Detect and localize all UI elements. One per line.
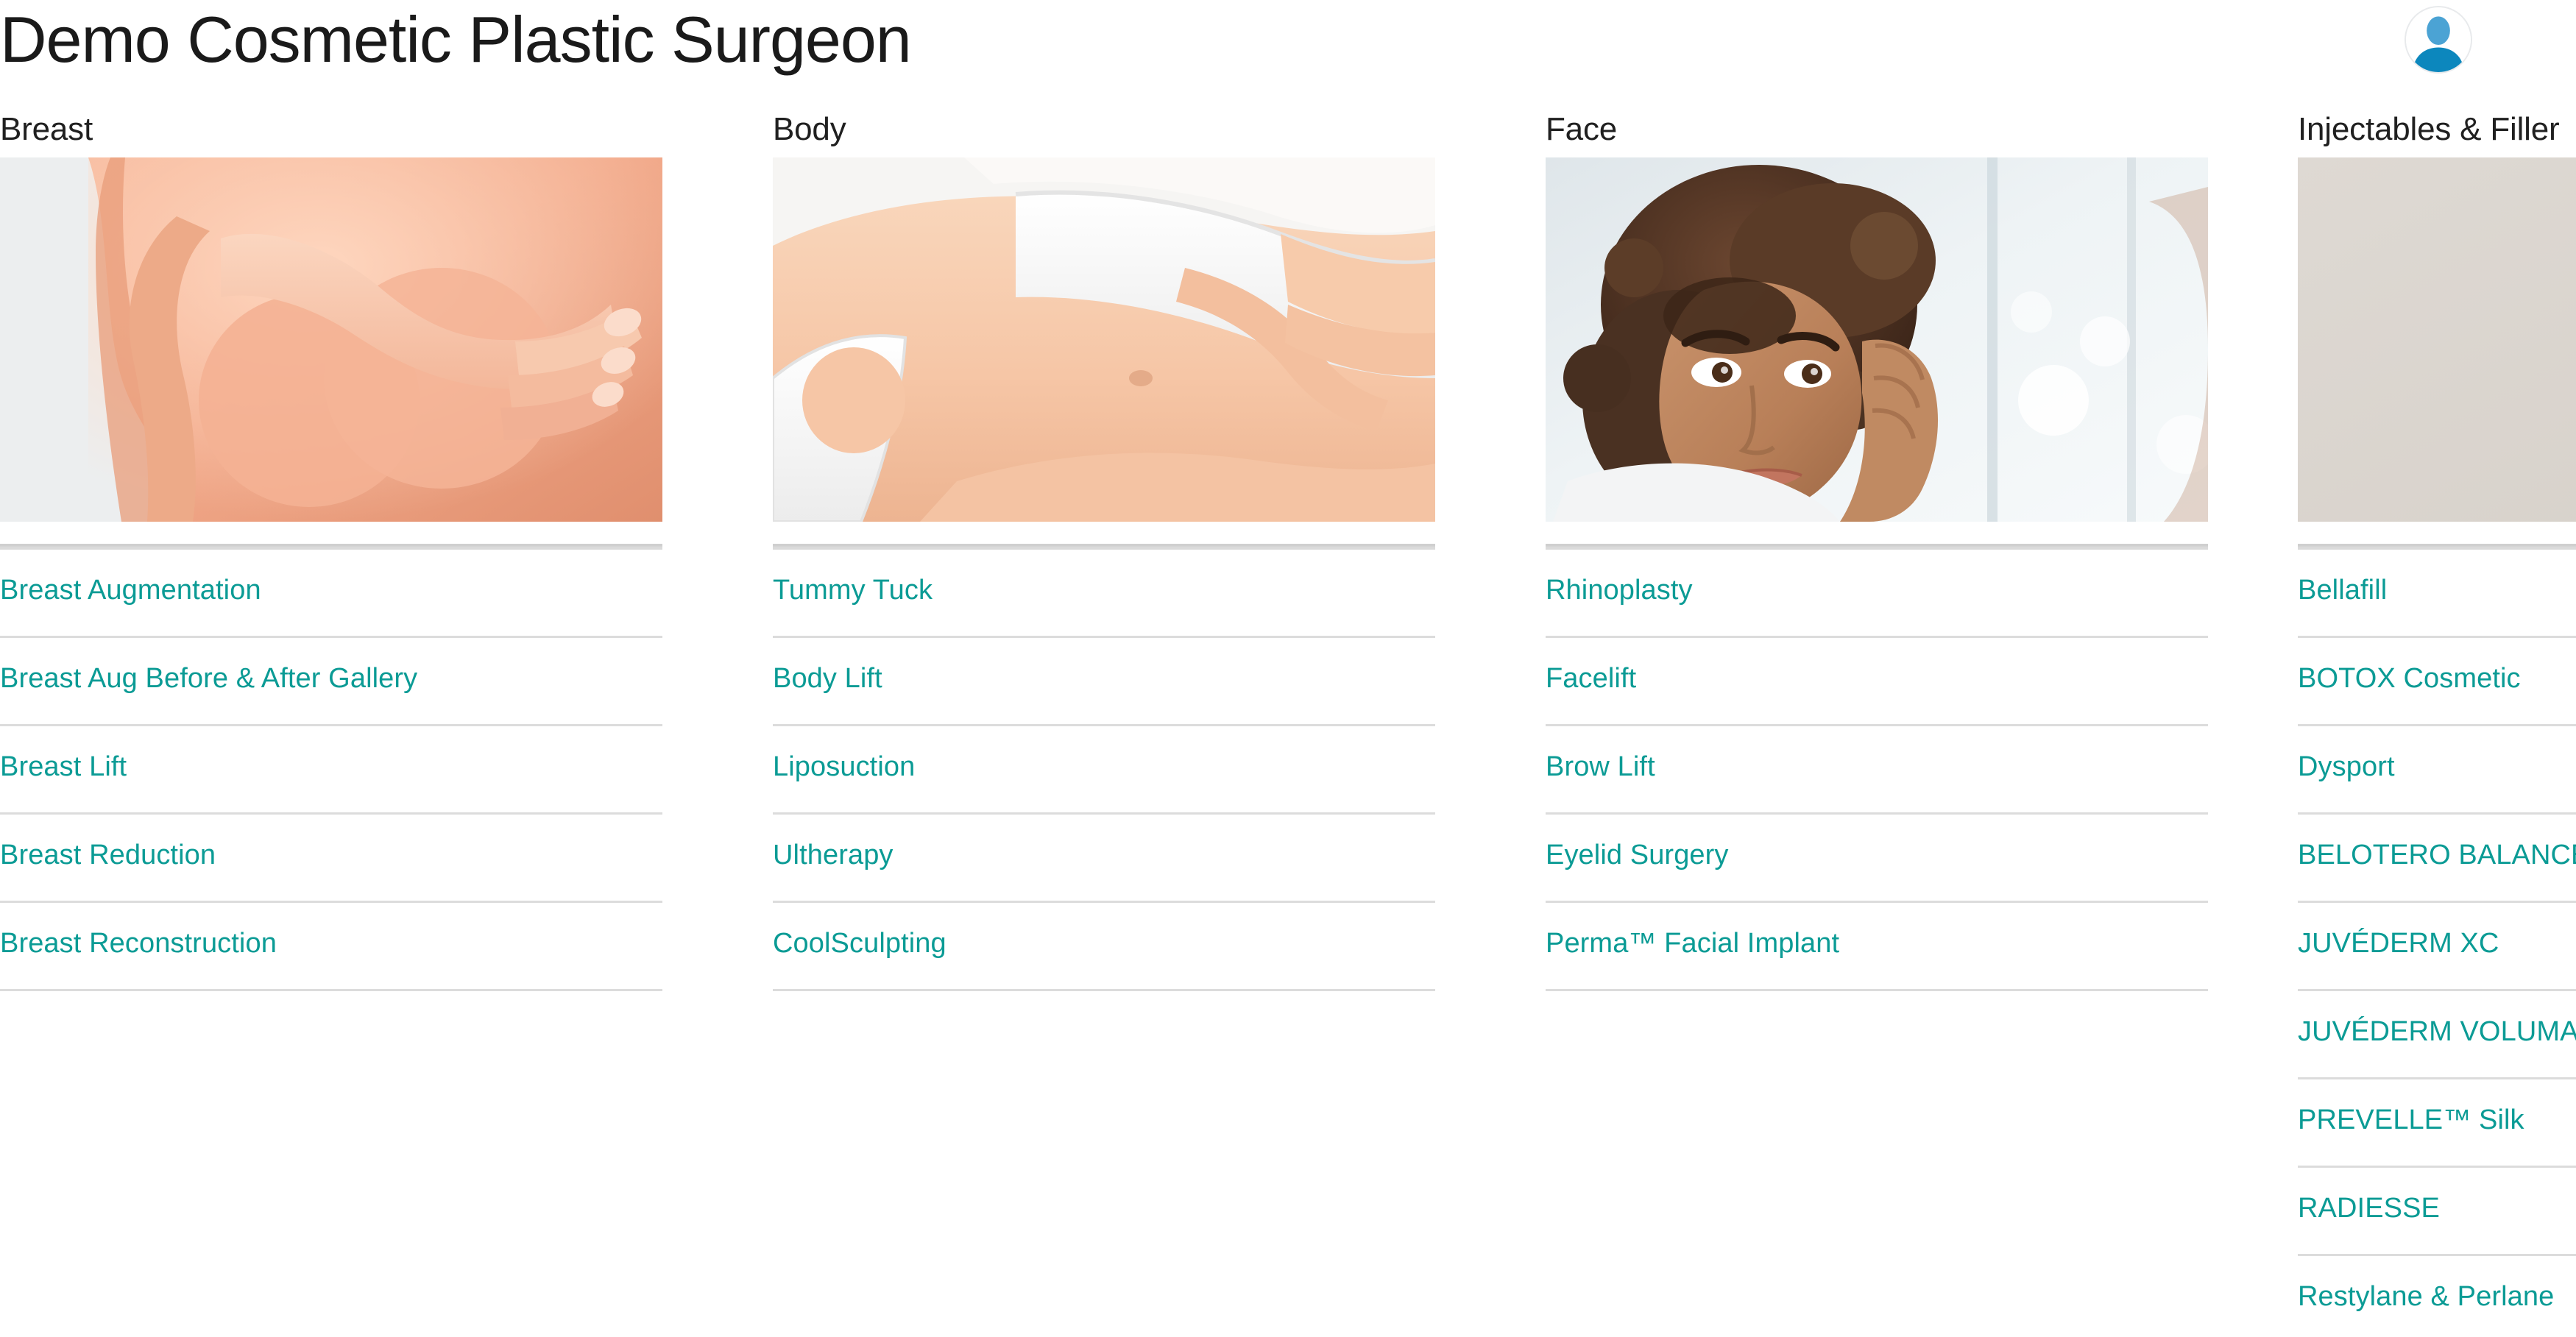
category-columns: Breast Breast Augmentation Breast Aug Be… bbox=[0, 111, 2576, 1337]
procedure-link[interactable]: Breast Lift bbox=[0, 751, 127, 784]
list-item[interactable]: Breast Augmentation bbox=[0, 550, 662, 638]
procedure-link[interactable]: CoolSculpting bbox=[773, 927, 946, 961]
procedure-link[interactable]: BOTOX Cosmetic bbox=[2298, 662, 2521, 696]
thumbnail-divider bbox=[773, 544, 1435, 550]
procedure-list-breast: Breast Augmentation Breast Aug Before & … bbox=[0, 550, 662, 991]
procedure-link[interactable]: Eyelid Surgery bbox=[1546, 839, 1729, 873]
list-item[interactable]: JUVÉDERM XC bbox=[2298, 903, 2576, 991]
procedure-link[interactable]: Bellafill bbox=[2298, 574, 2387, 608]
breast-thumbnail-image bbox=[0, 157, 662, 522]
procedure-link[interactable]: Breast Reconstruction bbox=[0, 927, 277, 961]
procedure-link[interactable]: Liposuction bbox=[773, 751, 915, 784]
body-thumbnail[interactable] bbox=[773, 157, 1435, 522]
procedure-link[interactable]: RADIESSE bbox=[2298, 1192, 2440, 1226]
procedure-link[interactable]: JUVÉDERM XC bbox=[2298, 927, 2499, 961]
list-item[interactable]: RADIESSE bbox=[2298, 1168, 2576, 1256]
procedure-link[interactable]: BELOTERO BALANCE bbox=[2298, 839, 2576, 873]
procedure-link[interactable]: Tummy Tuck bbox=[773, 574, 933, 608]
list-item[interactable]: BOTOX Cosmetic bbox=[2298, 638, 2576, 726]
procedure-link[interactable]: Body Lift bbox=[773, 662, 882, 696]
column-title-body: Body bbox=[773, 111, 846, 147]
page-title: Demo Cosmetic Plastic Surgeon bbox=[0, 3, 912, 76]
procedure-link[interactable]: PREVELLE™ Silk bbox=[2298, 1104, 2524, 1138]
user-avatar-button[interactable] bbox=[2405, 6, 2472, 74]
face-thumbnail[interactable] bbox=[1546, 157, 2208, 522]
list-item[interactable]: Dysport bbox=[2298, 726, 2576, 815]
column-title-breast: Breast bbox=[0, 111, 93, 147]
injectables-thumbnail-image bbox=[2298, 157, 2576, 522]
procedure-link[interactable]: Perma™ Facial Implant bbox=[1546, 927, 1839, 961]
list-item[interactable]: BELOTERO BALANCE bbox=[2298, 815, 2576, 903]
list-item[interactable]: Eyelid Surgery bbox=[1546, 815, 2208, 903]
procedure-link[interactable]: Rhinoplasty bbox=[1546, 574, 1693, 608]
user-avatar-icon bbox=[2406, 7, 2471, 72]
procedure-link[interactable]: JUVÉDERM VOLUMA XC bbox=[2298, 1015, 2576, 1049]
list-item[interactable]: Breast Reduction bbox=[0, 815, 662, 903]
column-title-face: Face bbox=[1546, 111, 1618, 147]
list-item[interactable]: JUVÉDERM VOLUMA XC bbox=[2298, 991, 2576, 1079]
list-item[interactable]: Body Lift bbox=[773, 638, 1435, 726]
procedure-link[interactable]: Breast Aug Before & After Gallery bbox=[0, 662, 417, 696]
category-column-body: Body Tummy Tuck Body Lift Liposuction Ul… bbox=[773, 111, 1435, 991]
procedure-list-body: Tummy Tuck Body Lift Liposuction Ulthera… bbox=[773, 550, 1435, 991]
list-item[interactable]: Liposuction bbox=[773, 726, 1435, 815]
list-item[interactable]: Facelift bbox=[1546, 638, 2208, 726]
list-item[interactable]: Brow Lift bbox=[1546, 726, 2208, 815]
procedure-list-injectables: Bellafill BOTOX Cosmetic Dysport BELOTER… bbox=[2298, 550, 2576, 1337]
procedure-link[interactable]: Restylane & Perlane bbox=[2298, 1280, 2554, 1314]
thumbnail-divider bbox=[0, 544, 662, 550]
list-item[interactable]: Breast Reconstruction bbox=[0, 903, 662, 991]
category-column-face: Face Rhinoplasty Facelift Brow Lift Eyel… bbox=[1546, 111, 2208, 991]
list-item[interactable]: Rhinoplasty bbox=[1546, 550, 2208, 638]
breast-thumbnail[interactable] bbox=[0, 157, 662, 522]
procedure-link[interactable]: Dysport bbox=[2298, 751, 2395, 784]
page-root: Demo Cosmetic Plastic Surgeon Breast Bre… bbox=[0, 0, 2576, 1337]
category-column-breast: Breast Breast Augmentation Breast Aug Be… bbox=[0, 111, 662, 991]
list-item[interactable]: Perma™ Facial Implant bbox=[1546, 903, 2208, 991]
procedure-link[interactable]: Breast Reduction bbox=[0, 839, 216, 873]
list-item[interactable]: Breast Lift bbox=[0, 726, 662, 815]
procedure-link[interactable]: Facelift bbox=[1546, 662, 1636, 696]
list-item[interactable]: Tummy Tuck bbox=[773, 550, 1435, 638]
procedure-link[interactable]: Breast Augmentation bbox=[0, 574, 261, 608]
list-item[interactable]: Restylane & Perlane bbox=[2298, 1256, 2576, 1337]
injectables-thumbnail[interactable] bbox=[2298, 157, 2576, 522]
procedure-link[interactable]: Ultherapy bbox=[773, 839, 894, 873]
thumbnail-divider bbox=[1546, 544, 2208, 550]
column-title-injectables: Injectables & Filler bbox=[2298, 111, 2560, 147]
procedure-list-face: Rhinoplasty Facelift Brow Lift Eyelid Su… bbox=[1546, 550, 2208, 991]
list-item[interactable]: PREVELLE™ Silk bbox=[2298, 1079, 2576, 1168]
body-thumbnail-image bbox=[773, 157, 1435, 522]
list-item[interactable]: Ultherapy bbox=[773, 815, 1435, 903]
category-column-injectables: Injectables & Filler Bellafill BOTOX Cos… bbox=[2298, 111, 2576, 1337]
list-item[interactable]: Bellafill bbox=[2298, 550, 2576, 638]
thumbnail-divider bbox=[2298, 544, 2576, 550]
page-header: Demo Cosmetic Plastic Surgeon bbox=[0, 0, 2576, 112]
list-item[interactable]: CoolSculpting bbox=[773, 903, 1435, 991]
face-thumbnail-image bbox=[1546, 157, 2208, 522]
procedure-link[interactable]: Brow Lift bbox=[1546, 751, 1655, 784]
list-item[interactable]: Breast Aug Before & After Gallery bbox=[0, 638, 662, 726]
